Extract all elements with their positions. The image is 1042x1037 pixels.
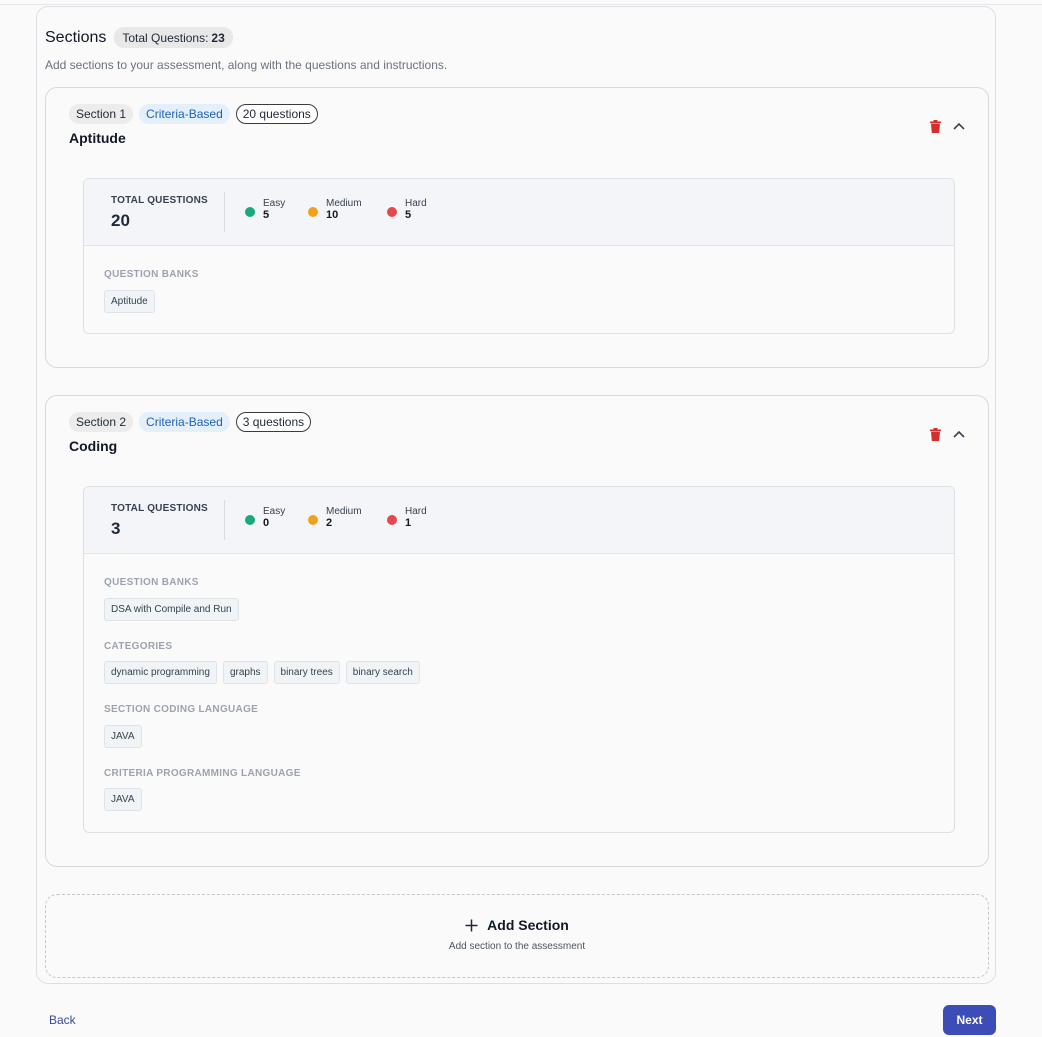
question-count-badge: 20 questions bbox=[235, 104, 318, 124]
difficulty-easy: Easy 5 bbox=[245, 198, 285, 222]
sections-panel: Sections Total Questions: 23 Add section… bbox=[36, 6, 996, 984]
hard-count: 1 bbox=[405, 517, 412, 529]
question-banks-tags: Aptitude bbox=[104, 290, 155, 313]
section-coding-language-tags: JAVA bbox=[104, 725, 142, 748]
categories-tags: dynamic programming graphs binary trees … bbox=[104, 661, 420, 684]
hard-count: 5 bbox=[405, 209, 412, 221]
easy-label: Easy bbox=[263, 506, 286, 517]
question-count-badge: 3 questions bbox=[235, 412, 312, 432]
page-subtitle: Add sections to your assessment, along w… bbox=[45, 58, 448, 72]
easy-dot-icon bbox=[245, 515, 255, 525]
easy-count: 5 bbox=[263, 209, 270, 221]
total-questions-count: 3 bbox=[111, 519, 121, 538]
section-actions bbox=[928, 119, 966, 133]
criteria-programming-language-label: CRITERIA PROGRAMMING LANGUAGE bbox=[104, 768, 301, 779]
total-questions-badge: Total Questions: 23 bbox=[114, 27, 233, 48]
chevron-up-icon[interactable] bbox=[952, 119, 966, 133]
medium-dot-icon bbox=[308, 515, 318, 525]
question-stats: TOTAL QUESTIONS 20 Easy 5 Medium 10 Hard 5 bbox=[84, 179, 954, 246]
trash-icon[interactable] bbox=[928, 119, 942, 133]
category-tag: graphs bbox=[222, 661, 268, 684]
trash-icon[interactable] bbox=[928, 427, 942, 441]
top-divider bbox=[0, 4, 1042, 5]
section-badges: Section 2 Criteria-Based 3 questions bbox=[69, 412, 312, 432]
section-card-coding: Section 2 Criteria-Based 3 questions Cod… bbox=[45, 395, 989, 867]
medium-label: Medium bbox=[326, 506, 362, 517]
chevron-up-icon[interactable] bbox=[952, 427, 966, 441]
medium-dot-icon bbox=[308, 207, 318, 217]
total-questions-count: 20 bbox=[111, 211, 130, 230]
section-summary: TOTAL QUESTIONS 3 Easy 0 Medium 2 Hard 1 QU… bbox=[83, 486, 955, 833]
category-tag: binary trees bbox=[273, 661, 340, 684]
question-banks-tags: DSA with Compile and Run bbox=[104, 598, 239, 621]
easy-dot-icon bbox=[245, 207, 255, 217]
stats-divider bbox=[224, 192, 225, 232]
stats-divider bbox=[224, 500, 225, 540]
medium-label: Medium bbox=[326, 198, 362, 209]
easy-count: 0 bbox=[263, 517, 270, 529]
hard-dot-icon bbox=[387, 515, 397, 525]
section-badges: Section 1 Criteria-Based 20 questions bbox=[69, 104, 318, 124]
hard-dot-icon bbox=[387, 207, 397, 217]
section-title: Aptitude bbox=[69, 130, 126, 146]
coding-language-tag: JAVA bbox=[104, 725, 142, 748]
next-button[interactable]: Next bbox=[943, 1005, 996, 1035]
medium-count: 2 bbox=[326, 517, 333, 529]
total-questions-label: Total Questions: bbox=[122, 30, 209, 45]
section-number-badge: Section 1 bbox=[69, 104, 134, 124]
criteria-programming-language-tags: JAVA bbox=[104, 788, 142, 811]
question-bank-tag: DSA with Compile and Run bbox=[104, 598, 239, 621]
section-card-aptitude: Section 1 Criteria-Based 20 questions Ap… bbox=[45, 87, 989, 368]
categories-label: CATEGORIES bbox=[104, 641, 173, 652]
hard-label: Hard bbox=[405, 198, 427, 209]
add-section-row: Add Section bbox=[46, 917, 988, 933]
add-section-title: Add Section bbox=[487, 917, 569, 933]
section-title: Coding bbox=[69, 438, 118, 454]
difficulty-medium: Medium 2 bbox=[308, 506, 362, 530]
section-type-badge: Criteria-Based bbox=[139, 412, 230, 432]
hard-label: Hard bbox=[405, 506, 427, 517]
question-bank-tag: Aptitude bbox=[104, 290, 155, 313]
page-title: Sections bbox=[45, 28, 107, 46]
category-tag: dynamic programming bbox=[104, 661, 217, 684]
plus-icon bbox=[465, 919, 478, 931]
total-questions-value: 23 bbox=[211, 30, 225, 45]
section-type-badge: Criteria-Based bbox=[139, 104, 230, 124]
question-stats: TOTAL QUESTIONS 3 Easy 0 Medium 2 Hard 1 bbox=[84, 487, 954, 554]
question-banks-label: QUESTION BANKS bbox=[104, 269, 199, 280]
programming-language-tag: JAVA bbox=[104, 788, 142, 811]
medium-count: 10 bbox=[326, 209, 339, 221]
section-summary: TOTAL QUESTIONS 20 Easy 5 Medium 10 Hard 5 … bbox=[83, 178, 955, 334]
back-link[interactable]: Back bbox=[49, 1013, 76, 1027]
section-actions bbox=[928, 427, 966, 441]
add-section-subtitle: Add section to the assessment bbox=[448, 941, 586, 952]
total-questions-heading: TOTAL QUESTIONS bbox=[111, 195, 208, 206]
difficulty-easy: Easy 0 bbox=[245, 506, 285, 530]
section-coding-language-label: SECTION CODING LANGUAGE bbox=[104, 704, 259, 715]
section-number-badge: Section 2 bbox=[69, 412, 134, 432]
difficulty-hard: Hard 5 bbox=[387, 198, 427, 222]
difficulty-medium: Medium 10 bbox=[308, 198, 362, 222]
sections-header: Sections Total Questions: 23 bbox=[45, 27, 233, 48]
total-questions-heading: TOTAL QUESTIONS bbox=[111, 503, 208, 514]
add-section-button[interactable]: Add Section Add section to the assessmen… bbox=[45, 894, 989, 978]
question-banks-label: QUESTION BANKS bbox=[104, 577, 199, 588]
difficulty-hard: Hard 1 bbox=[387, 506, 427, 530]
category-tag: binary search bbox=[345, 661, 420, 684]
easy-label: Easy bbox=[263, 198, 286, 209]
